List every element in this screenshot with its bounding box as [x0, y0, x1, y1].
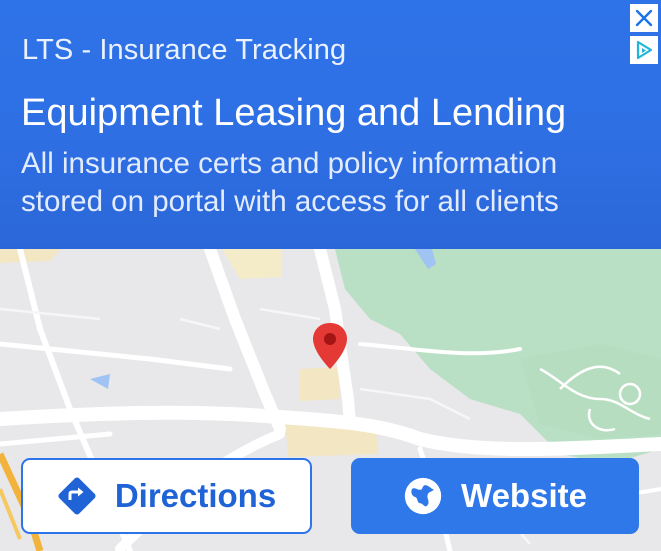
ad-description[interactable]: All insurance certs and policy informati…	[21, 145, 641, 221]
website-button[interactable]: Website	[351, 458, 639, 534]
directions-label: Directions	[114, 477, 277, 514]
ad-headline[interactable]: Equipment Leasing and Lending	[21, 92, 566, 135]
website-label: Website	[461, 477, 587, 514]
close-icon	[635, 9, 653, 27]
ad-header[interactable]: LTS - Insurance Tracking Equipment Leasi…	[0, 0, 661, 249]
globe-icon	[403, 476, 443, 516]
ad-container[interactable]: LTS - Insurance Tracking Equipment Leasi…	[0, 0, 661, 551]
advertiser-name[interactable]: LTS - Insurance Tracking	[22, 34, 346, 67]
close-button[interactable]	[630, 4, 658, 32]
directions-button[interactable]: Directions	[21, 458, 312, 534]
adchoices-button[interactable]	[630, 36, 658, 64]
directions-icon	[57, 476, 97, 516]
adchoices-icon	[636, 40, 653, 60]
